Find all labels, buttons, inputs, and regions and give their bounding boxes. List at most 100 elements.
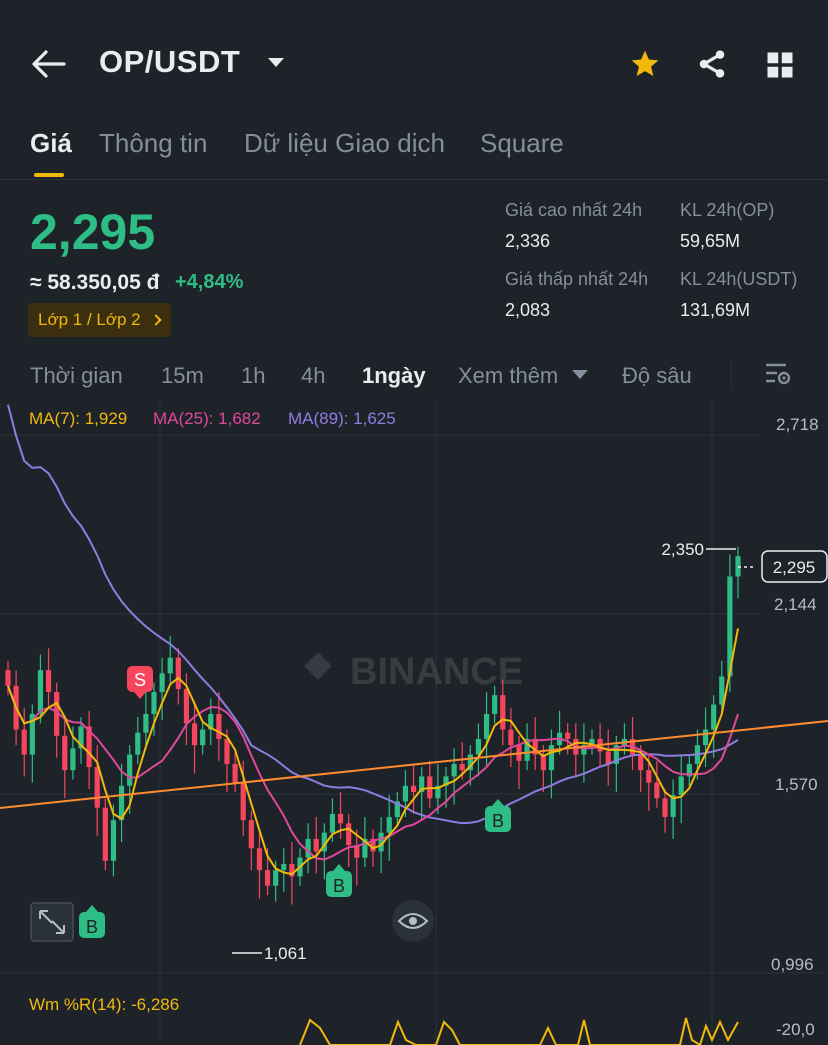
candle [508, 729, 514, 746]
watermark: BINANCE [350, 651, 523, 693]
pair-dropdown-icon[interactable] [268, 58, 284, 67]
candle [216, 713, 222, 739]
candle [102, 807, 108, 861]
wmr-axis-label: -20,0 [776, 1020, 815, 1039]
volume-op-label: KL 24h(OP) [680, 200, 775, 220]
interval-depth[interactable]: Độ sâu [622, 363, 692, 389]
candle [135, 732, 141, 755]
back-arrow-icon[interactable] [30, 48, 66, 80]
high-24h-label: Giá cao nhất 24h [505, 200, 643, 220]
candle [402, 785, 409, 802]
candle [167, 657, 173, 674]
buy-marker-label: B [333, 876, 345, 896]
candle [175, 657, 181, 689]
expand-icon[interactable] [30, 902, 74, 942]
candle [37, 670, 44, 714]
candle [500, 695, 506, 730]
candle [183, 688, 190, 724]
axis-label: 1,570 [775, 775, 818, 794]
candle [143, 713, 149, 733]
interval-4h[interactable]: 4h [301, 363, 325, 389]
volume-usdt-label: KL 24h(USDT) [680, 269, 798, 289]
candle [240, 782, 246, 821]
candle [127, 754, 133, 786]
active-tab-indicator [34, 173, 64, 177]
candle [662, 798, 668, 818]
interval-15m[interactable]: 15m [161, 363, 204, 389]
pair-title[interactable]: OP/USDT [99, 44, 240, 80]
fiat-price: ≈ 58.350,05 đ [30, 271, 160, 294]
candle [451, 763, 457, 777]
volume-usdt-value: 131,69M [680, 300, 751, 320]
low-24h-value: 2,083 [505, 300, 551, 320]
candle [313, 838, 319, 852]
layer-tag-label: Lớp 1 / Lớp 2 [38, 310, 141, 329]
last-price: 2,295 [30, 204, 156, 260]
volume-op-value: 59,65M [680, 231, 741, 251]
low-mark-label: 1,061 [264, 944, 307, 963]
candle [337, 813, 344, 824]
ma89-legend: MA(89): 1,625 [288, 409, 396, 428]
candle [605, 751, 611, 764]
candle [21, 729, 27, 755]
layer-tag[interactable]: Lớp 1 / Lớp 2 [28, 303, 171, 337]
candle [281, 863, 287, 871]
interval-1h[interactable]: 1h [241, 363, 265, 389]
axis-label: 2,144 [774, 595, 817, 614]
divider [0, 179, 828, 180]
candle [5, 670, 11, 686]
chevron-right-icon [149, 314, 162, 326]
price-change-percent: +4,84% [175, 271, 244, 293]
interval-more[interactable]: Xem thêm [458, 363, 558, 389]
tab-trading-data[interactable]: Dữ liệu Giao dịch [244, 128, 445, 159]
tab-square[interactable]: Square [480, 128, 564, 159]
high-mark-label: 2,350 [661, 540, 704, 559]
buy-marker: B [79, 905, 105, 938]
high-24h-value: 2,336 [505, 231, 551, 251]
candle [256, 848, 263, 871]
candle [711, 704, 717, 730]
tab-info[interactable]: Thông tin [99, 128, 207, 159]
candle [475, 738, 482, 755]
low-24h-label: Giá thấp nhất 24h [505, 269, 649, 289]
eye-icon[interactable] [392, 900, 434, 942]
candle [483, 713, 490, 739]
candle [224, 738, 230, 764]
sell-marker-label: S [134, 670, 146, 690]
chart-settings-icon[interactable] [764, 362, 792, 388]
tab-price[interactable]: Giá [30, 128, 72, 159]
candle [232, 763, 238, 783]
candlestick-chart[interactable]: BINANCE S B B B 2,350 1,061 2,295 [0, 400, 828, 1045]
candle [159, 673, 165, 693]
candle [459, 763, 465, 771]
candle [151, 692, 157, 714]
candle [386, 817, 392, 833]
current-price-label: 2,295 [773, 558, 816, 577]
candle [565, 732, 571, 739]
candle [702, 729, 709, 746]
axis-label: 2,718 [776, 415, 819, 434]
buy-marker: B [485, 799, 511, 832]
candle [638, 754, 644, 771]
candle [264, 870, 271, 886]
candle [248, 820, 254, 849]
axis-label: 0,996 [771, 955, 814, 974]
buy-marker-label: B [492, 811, 504, 831]
candle [646, 770, 652, 783]
candle [492, 695, 498, 714]
candle [654, 782, 660, 799]
share-icon[interactable] [696, 48, 728, 80]
interval-time[interactable]: Thời gian [30, 363, 123, 389]
grid-menu-icon[interactable] [765, 50, 795, 80]
ma25-legend: MA(25): 1,682 [153, 409, 261, 428]
favorite-star-icon[interactable] [628, 48, 662, 80]
candle [273, 870, 279, 886]
more-dropdown-icon [572, 370, 588, 379]
ma7-legend: MA(7): 1,929 [29, 409, 128, 428]
candle [191, 723, 198, 746]
candle [110, 820, 117, 861]
candle [329, 813, 336, 833]
interval-1day[interactable]: 1ngày [362, 363, 426, 389]
wmr-legend: Wm %R(14): -6,286 [29, 995, 180, 1014]
candle [410, 785, 417, 793]
